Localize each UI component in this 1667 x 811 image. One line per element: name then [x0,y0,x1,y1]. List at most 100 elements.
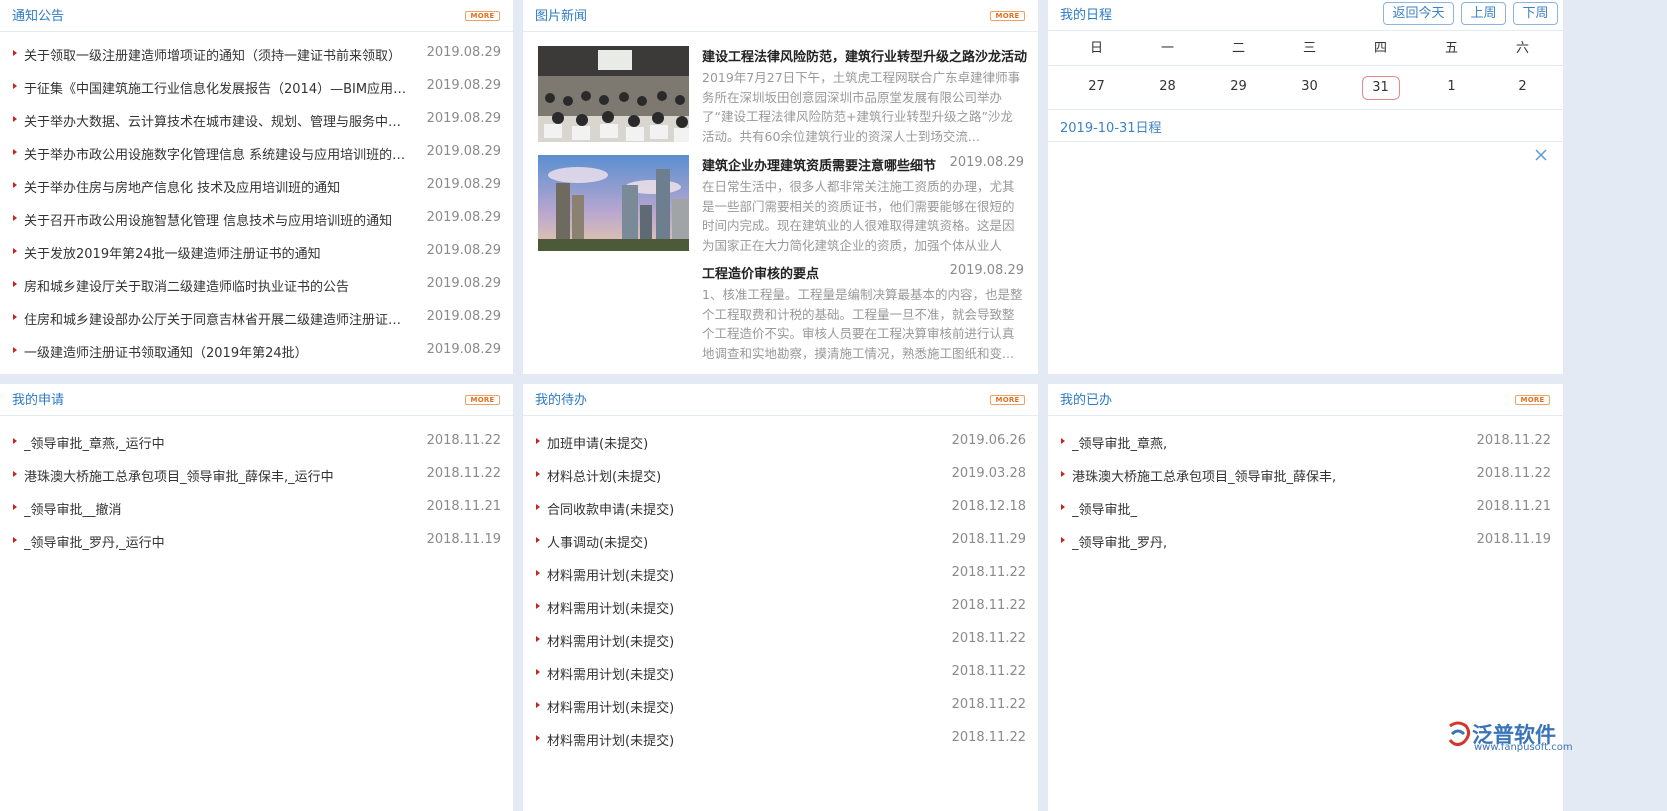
notice-row-date: 2019.08.29 [426,243,501,258]
todo-row[interactable]: 材料需用计划(未提交) 2018.11.22 [523,729,1038,749]
done-row-title[interactable]: 港珠澳大桥施工总承包项目_领导审批_薛保丰, [1072,466,1463,485]
todo-row[interactable]: 合同收款申请(未提交) 2018.12.18 [523,498,1038,518]
todo-row[interactable]: 材料需用计划(未提交) 2018.11.22 [523,597,1038,617]
notice-row-title[interactable]: 住房和城乡建设部办公厅关于同意吉林省开展二级建造师注册证书电... [24,309,413,328]
calendar-day-today[interactable]: 31 [1345,76,1416,100]
todo-row-date: 2018.11.22 [951,664,1026,679]
application-row-title[interactable]: _领导审批_章燕,_运行中 [24,433,413,452]
application-row[interactable]: _领导审批__撤消 2018.11.21 [0,498,513,518]
notices-title: 通知公告 [12,9,65,24]
todo-row[interactable]: 人事调动(未提交) 2018.11.29 [523,531,1038,551]
bullet-arrow-icon [536,570,540,576]
notice-row-title[interactable]: 关于举办住房与房地产信息化 技术及应用培训班的通知 [24,177,413,196]
news-date: 2019.08.29 [949,263,1024,278]
done-more-button[interactable]: MORE [1515,395,1550,405]
todo-row-title[interactable]: 材料需用计划(未提交) [547,631,938,650]
bullet-arrow-icon [13,537,17,543]
application-row-title[interactable]: _领导审批__撤消 [24,499,413,518]
application-row-title[interactable]: 港珠澳大桥施工总承包项目_领导审批_薛保丰,_运行中 [24,466,413,485]
calendar-day[interactable]: 29 [1203,76,1274,100]
todo-row[interactable]: 材料需用计划(未提交) 2018.11.22 [523,696,1038,716]
notice-row-title[interactable]: 房和城乡建设厅关于取消二级建造师临时执业证书的公告 [24,276,413,295]
todo-panel: 我的待办 MORE 加班申请(未提交) 2019.06.26 材料总计划(未提交) 2… [523,384,1038,811]
todo-row-title[interactable]: 材料总计划(未提交) [547,466,938,485]
done-header: 我的已办 MORE [1048,384,1563,416]
application-row[interactable]: 港珠澳大桥施工总承包项目_领导审批_薛保丰,_运行中 2018.11.22 [0,465,513,485]
notices-more-button[interactable]: MORE [465,11,500,21]
photo-news-header: 图片新闻 MORE [523,0,1038,32]
todo-row[interactable]: 材料需用计划(未提交) 2018.11.22 [523,663,1038,683]
notice-row[interactable]: 关于召开市政公用设施智慧化管理 信息技术与应用培训班的通知 2019.08.29 [0,209,513,229]
notice-row-title[interactable]: 关于领取一级注册建造师增项证的通知（须持一建证书前来领取） [24,45,413,64]
todo-row-date: 2018.11.22 [951,598,1026,613]
done-row[interactable]: _领导审批_ 2018.11.21 [1048,498,1563,518]
todo-more-button[interactable]: MORE [990,395,1025,405]
application-row[interactable]: _领导审批_罗丹,_运行中 2018.11.19 [0,531,513,551]
todo-row[interactable]: 材料需用计划(未提交) 2018.11.22 [523,630,1038,650]
calendar-day[interactable]: 28 [1132,76,1203,100]
prev-week-button[interactable]: 上周 [1461,2,1506,25]
news-item[interactable]: 建设工程法律风险防范，建筑行业转型升级之路沙龙活动 2019年7月27日下午，土… [538,46,1027,146]
notice-row[interactable]: 房和城乡建设厅关于取消二级建造师临时执业证书的公告 2019.08.29 [0,275,513,295]
notice-row[interactable]: 关于举办住房与房地产信息化 技术及应用培训班的通知 2019.08.29 [0,176,513,196]
todo-row-title[interactable]: 人事调动(未提交) [547,532,938,551]
todo-row[interactable]: 材料需用计划(未提交) 2018.11.22 [523,564,1038,584]
notice-row-title[interactable]: 关于举办大数据、云计算技术在城市建设、规划、管理与服务中的应... [24,111,413,130]
done-row[interactable]: _领导审批_罗丹, 2018.11.19 [1048,531,1563,551]
todo-row-title[interactable]: 材料需用计划(未提交) [547,664,938,683]
notice-row[interactable]: 于征集《中国建筑施工行业信息化发展报告（2014）—BIM应用与发... 2019… [0,77,513,97]
todo-row-title[interactable]: 材料需用计划(未提交) [547,730,938,749]
done-row[interactable]: 港珠澳大桥施工总承包项目_领导审批_薛保丰, 2018.11.22 [1048,465,1563,485]
done-row-date: 2018.11.21 [1476,499,1551,514]
close-icon[interactable] [1534,148,1548,162]
applications-header: 我的申请 MORE [0,384,513,416]
todo-row-title[interactable]: 合同收款申请(未提交) [547,499,938,518]
done-row-title[interactable]: _领导审批_ [1072,499,1463,518]
notice-row[interactable]: 关于举办大数据、云计算技术在城市建设、规划、管理与服务中的应... 2019.08… [0,110,513,130]
notice-row-title[interactable]: 关于发放2019年第24批一级建造师注册证书的通知 [24,243,413,262]
application-row-title[interactable]: _领导审批_罗丹,_运行中 [24,532,413,551]
todo-row-title[interactable]: 材料需用计划(未提交) [547,598,938,617]
todo-row-date: 2018.11.22 [951,697,1026,712]
news-title[interactable]: 建筑企业办理建筑资质需要注意哪些细节 [702,155,936,174]
next-week-button[interactable]: 下周 [1513,2,1558,25]
bullet-arrow-icon [1061,471,1065,477]
notice-row[interactable]: 关于举办市政公用设施数字化管理信息 系统建设与应用培训班的通知 2019.08.2… [0,143,513,163]
today-button[interactable]: 返回今天 [1383,2,1454,25]
bullet-arrow-icon [13,116,17,122]
notices-header: 通知公告 MORE [0,0,513,32]
done-row-title[interactable]: _领导审批_章燕, [1072,433,1463,452]
notice-row-title[interactable]: 关于举办市政公用设施数字化管理信息 系统建设与应用培训班的通知 [24,144,413,163]
todo-row[interactable]: 加班申请(未提交) 2019.06.26 [523,432,1038,452]
todo-row[interactable]: 材料总计划(未提交) 2019.03.28 [523,465,1038,485]
news-title[interactable]: 工程造价审核的要点 [702,263,819,282]
notice-row-date: 2019.08.29 [426,45,501,60]
notice-row[interactable]: 一级建造师注册证书领取通知（2019年第24批） 2019.08.29 [0,341,513,361]
notice-row[interactable]: 关于发放2019年第24批一级建造师注册证书的通知 2019.08.29 [0,242,513,262]
news-item[interactable]: 建筑企业办理建筑资质需要注意哪些细节 2019.08.29 在日常生活中，很多人… [538,155,1024,255]
todo-row-date: 2018.11.22 [951,565,1026,580]
calendar-day[interactable]: 1 [1416,76,1487,100]
news-item[interactable]: 工程造价审核的要点 2019.08.29 1、核准工程量。工程量是编制决算最基本… [538,263,1024,363]
calendar-day[interactable]: 2 [1487,76,1558,100]
notice-row-title[interactable]: 关于召开市政公用设施智慧化管理 信息技术与应用培训班的通知 [24,210,413,229]
bullet-arrow-icon [536,537,540,543]
schedule-title: 我的日程 [1060,8,1113,23]
calendar-day[interactable]: 27 [1061,76,1132,100]
done-row[interactable]: _领导审批_章燕, 2018.11.22 [1048,432,1563,452]
notice-row[interactable]: 住房和城乡建设部办公厅关于同意吉林省开展二级建造师注册证书电... 2019.08… [0,308,513,328]
notice-row[interactable]: 关于领取一级注册建造师增项证的通知（须持一建证书前来领取） 2019.08.29 [0,44,513,64]
todo-row-title[interactable]: 加班申请(未提交) [547,433,938,452]
notice-row-title[interactable]: 一级建造师注册证书领取通知（2019年第24批） [24,342,413,361]
calendar-day[interactable]: 30 [1274,76,1345,100]
news-title[interactable]: 建设工程法律风险防范，建筑行业转型升级之路沙龙活动 [702,46,1027,65]
applications-more-button[interactable]: MORE [465,395,500,405]
photo-news-more-button[interactable]: MORE [990,11,1025,21]
todo-row-title[interactable]: 材料需用计划(未提交) [547,565,938,584]
todo-row-title[interactable]: 材料需用计划(未提交) [547,697,938,716]
notice-row-title[interactable]: 于征集《中国建筑施工行业信息化发展报告（2014）—BIM应用与发... [24,78,413,97]
application-row[interactable]: _领导审批_章燕,_运行中 2018.11.22 [0,432,513,452]
bullet-arrow-icon [536,636,540,642]
bullet-arrow-icon [536,438,540,444]
done-row-title[interactable]: _领导审批_罗丹, [1072,532,1463,551]
